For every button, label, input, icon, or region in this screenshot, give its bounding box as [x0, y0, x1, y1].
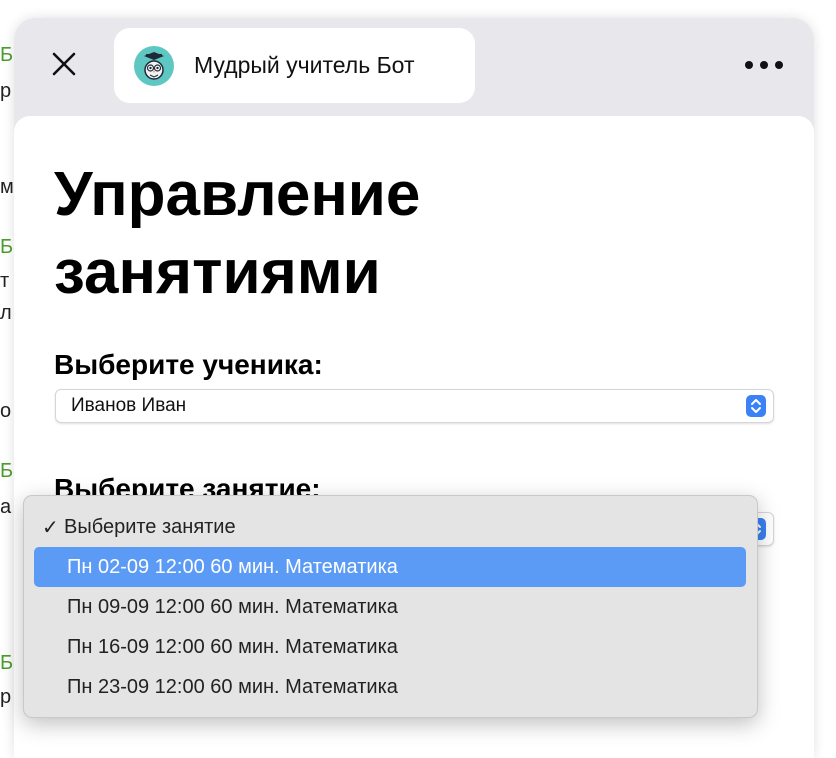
lesson-option-placeholder[interactable]: ✓ Выберите занятие — [34, 507, 746, 547]
owl-avatar-icon — [134, 45, 174, 86]
lesson-option[interactable]: Пн 16-09 12:00 60 мин. Математика — [34, 627, 746, 667]
page-title: Управление занятиями — [54, 156, 420, 312]
bg-fragment: р — [0, 686, 12, 708]
bg-fragment: Б — [0, 44, 14, 66]
bg-fragment: о — [0, 400, 12, 422]
chevron-updown-icon — [746, 395, 766, 417]
close-icon — [51, 51, 77, 82]
student-label: Выберите ученика: — [54, 349, 323, 380]
bg-fragment: л — [0, 302, 12, 324]
close-button[interactable] — [44, 44, 84, 88]
bg-fragment: р — [0, 80, 12, 102]
checkmark-icon: ✓ — [42, 516, 59, 539]
bg-fragment: Б — [0, 236, 14, 258]
option-label: Выберите занятие — [64, 515, 236, 538]
bg-fragment: т — [0, 270, 10, 292]
page-title-line-2: занятиями — [54, 238, 381, 307]
lesson-option[interactable]: Пн 23-09 12:00 60 мин. Математика — [34, 667, 746, 707]
lesson-option[interactable]: Пн 02-09 12:00 60 мин. Математика — [34, 547, 746, 587]
more-icon — [743, 57, 785, 75]
bg-fragment: Б — [0, 652, 14, 674]
student-select[interactable]: Иванов Иван — [55, 389, 774, 423]
bot-title-pill[interactable]: Мудрый учитель Бот — [114, 28, 475, 103]
bg-fragment: Б — [0, 460, 14, 482]
page-title-line-1: Управление — [54, 160, 421, 229]
student-select-value: Иванов Иван — [71, 395, 187, 416]
bg-fragment: а — [0, 496, 12, 518]
lesson-option[interactable]: Пн 09-09 12:00 60 мин. Математика — [34, 587, 746, 627]
lesson-dropdown-menu: ✓ Выберите занятие Пн 02-09 12:00 60 мин… — [23, 495, 758, 718]
option-label: Пн 09-09 12:00 60 мин. Математика — [67, 595, 398, 618]
option-label: Пн 23-09 12:00 60 мин. Математика — [67, 675, 398, 698]
bot-name: Мудрый учитель Бот — [194, 52, 415, 78]
more-button[interactable] — [739, 52, 789, 80]
bg-fragment: м — [0, 176, 14, 198]
option-label: Пн 16-09 12:00 60 мин. Математика — [67, 635, 398, 658]
option-label: Пн 02-09 12:00 60 мин. Математика — [67, 555, 398, 578]
